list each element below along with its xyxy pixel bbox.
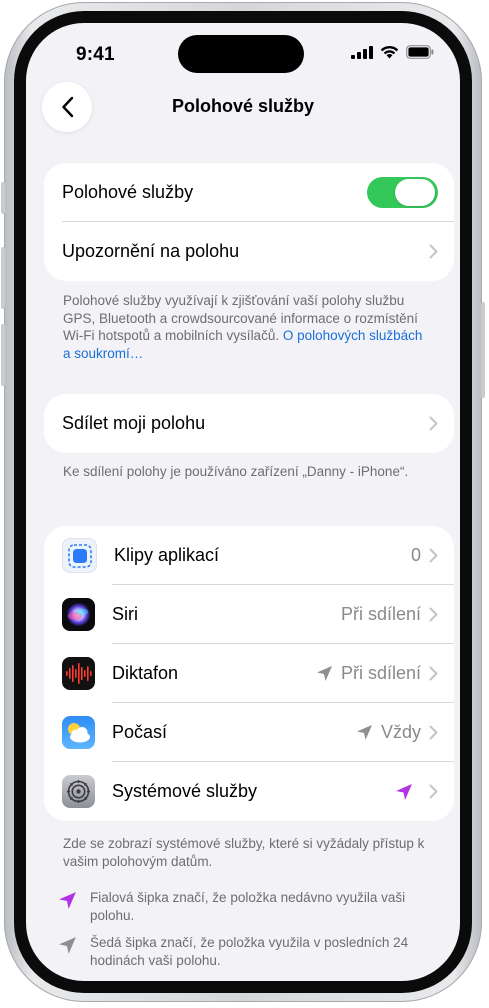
legend-purple-arrow: Fialová šipka značí, že položka nedávno … <box>58 889 438 924</box>
chevron-right-icon <box>429 244 438 259</box>
status-time: 9:41 <box>76 44 115 65</box>
share-location-footnote: Ke sdílení polohy je používáno zařízení … <box>63 464 409 479</box>
share-location-row[interactable]: Sdílet moji polohu <box>44 394 454 453</box>
share-location-card: Sdílet moji polohu <box>44 394 454 453</box>
chevron-right-icon <box>429 784 438 799</box>
chevron-right-icon <box>429 416 438 431</box>
chevron-right-icon <box>429 607 438 622</box>
weather-icon <box>62 716 95 749</box>
location-arrow-gray-icon <box>356 724 373 741</box>
app-row-app-clips[interactable]: Klipy aplikací 0 <box>44 526 454 585</box>
app-value: 0 <box>410 545 421 565</box>
location-arrow-gray-icon <box>58 936 82 969</box>
app-name: Systémové služby <box>112 781 258 801</box>
location-alerts-row[interactable]: Upozornění na polohu <box>44 222 454 281</box>
app-value: Při sdílení <box>340 663 421 683</box>
app-name: Klipy aplikací <box>114 545 220 565</box>
side-button <box>481 302 485 398</box>
location-services-toggle[interactable] <box>367 177 438 208</box>
action-button <box>1 182 5 214</box>
location-alerts-label: Upozornění na polohu <box>62 241 240 261</box>
toggle-knob <box>395 179 435 206</box>
location-arrow-purple-icon <box>58 891 82 924</box>
location-arrow-gray-icon <box>316 665 333 682</box>
screen: 9:41 Polohové služby Polohové služby Upo… <box>26 23 460 981</box>
volume-up-button <box>1 247 5 309</box>
location-services-row: Polohové služby <box>44 163 454 222</box>
chevron-right-icon <box>429 548 438 563</box>
app-row-voice-memos[interactable]: Diktafon Při sdílení <box>44 644 454 703</box>
status-icons <box>351 45 434 59</box>
settings-gear-icon <box>62 775 95 808</box>
iphone-frame: 9:41 Polohové služby Polohové služby Upo… <box>1 2 485 1002</box>
app-value: Při sdílení <box>340 604 421 624</box>
app-name: Siri <box>112 604 138 624</box>
share-location-label: Sdílet moji polohu <box>62 413 206 433</box>
voice-memos-icon <box>62 657 95 690</box>
legend-purple-text: Fialová šipka značí, že položka nedávno … <box>90 890 406 923</box>
location-arrow-purple-icon <box>395 783 413 801</box>
app-name: Diktafon <box>112 663 179 683</box>
app-clips-icon <box>62 538 97 573</box>
cellular-signal-icon <box>351 45 373 59</box>
system-services-footnote: Zde se zobrazí systémové služby, které s… <box>63 836 425 869</box>
chevron-right-icon <box>429 725 438 740</box>
app-name: Počasí <box>112 722 168 742</box>
location-services-footnote: Polohové služby využívají k zjišťování v… <box>63 292 433 362</box>
apps-card: Klipy aplikací 0 Siri Při sdílení Diktaf… <box>44 526 454 821</box>
location-settings-card: Polohové služby Upozornění na polohu <box>44 163 454 281</box>
app-row-weather[interactable]: Počasí Vždy <box>44 703 454 762</box>
siri-icon <box>62 598 95 631</box>
location-services-label: Polohové služby <box>62 182 194 202</box>
page-title: Polohové služby <box>171 96 315 116</box>
legend-gray-text: Šedá šipka značí, že položka využila v p… <box>90 935 409 968</box>
chevron-right-icon <box>429 666 438 681</box>
wifi-icon <box>380 45 399 59</box>
app-row-siri[interactable]: Siri Při sdílení <box>44 585 454 644</box>
dynamic-island <box>178 35 304 73</box>
battery-icon <box>406 45 434 59</box>
volume-down-button <box>1 324 5 386</box>
app-value: Vždy <box>380 722 421 742</box>
app-row-system-services[interactable]: Systémové služby <box>44 762 454 821</box>
legend-gray-arrow: Šedá šipka značí, že položka využila v p… <box>58 934 438 969</box>
